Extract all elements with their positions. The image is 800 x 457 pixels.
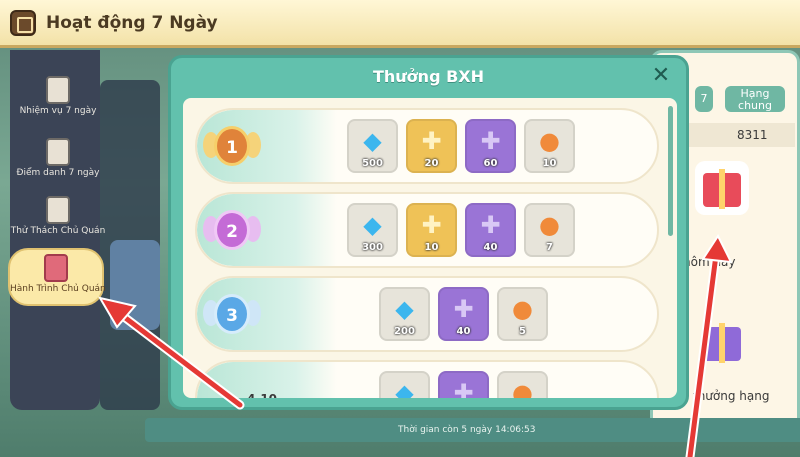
background-window <box>110 240 160 330</box>
rank-gift-label: thưởng hạng <box>693 389 770 403</box>
modal-body: 1 ◆ 500 ✚ 20 ✚ 60 ● 10 2 ◆ 300 ✚ 10 ✚ 40 ● 7 <box>183 98 677 398</box>
reward-purple-puzzle[interactable]: ✚ 60 <box>465 119 516 173</box>
daily-gift-label: hôm nay <box>683 255 736 269</box>
medal-number: 1 <box>214 126 250 166</box>
rank-row-2: 2 ◆ 300 ✚ 10 ✚ 40 ● 7 <box>195 192 659 268</box>
reward-count: 5 <box>519 326 526 337</box>
daily-gift[interactable] <box>695 161 749 215</box>
medal-number: 3 <box>214 294 250 334</box>
reward-count: 40 <box>483 242 498 253</box>
rewards-list: ◆ 200 ✚ 40 ● 5 <box>379 287 548 341</box>
rank-row-4-10: 4-10 ◆ ✚ ● <box>195 360 659 398</box>
reward-coin[interactable]: ● <box>497 371 548 398</box>
medal-icon-rank-2: 2 <box>203 200 261 262</box>
reward-purple-puzzle[interactable]: ✚ 40 <box>465 203 516 257</box>
medal-number: 2 <box>214 210 250 250</box>
reward-gold-puzzle[interactable]: ✚ 10 <box>406 203 457 257</box>
reward-diamond[interactable]: ◆ 500 <box>347 119 398 173</box>
sidebar-item-label: Hành Trình Chủ Quán <box>10 284 106 294</box>
sidebar-item-checkin[interactable]: Điểm danh 7 ngày <box>10 134 106 192</box>
reward-count: 300 <box>362 242 383 253</box>
reward-purple-puzzle[interactable]: ✚ 40 <box>438 287 489 341</box>
leaderboard-rewards-modal: Thưởng BXH ✕ 1 ◆ 500 ✚ 20 ✚ 60 ● 10 2 ◆ … <box>168 55 689 410</box>
sidebar-item-label: Điểm danh 7 ngày <box>16 168 100 178</box>
rewards-list: ◆ ✚ ● <box>379 371 548 398</box>
diamond-icon: ◆ <box>395 295 414 323</box>
scrollbar[interactable] <box>668 106 673 236</box>
modal-title: Thưởng BXH <box>372 67 485 86</box>
reward-count: 60 <box>483 158 498 169</box>
reward-diamond[interactable]: ◆ 300 <box>347 203 398 257</box>
sidebar-item-journey[interactable]: Hành Trình Chủ Quán <box>8 248 106 306</box>
reward-diamond[interactable]: ◆ <box>379 371 430 398</box>
modal-header: Thưởng BXH ✕ <box>171 58 686 96</box>
purple-puzzle-icon: ✚ <box>453 295 474 323</box>
rank-value: 8311 <box>737 128 768 142</box>
reward-count: 7 <box>546 242 553 253</box>
rank-row-1: 1 ◆ 500 ✚ 20 ✚ 60 ● 10 <box>195 108 659 184</box>
reward-coin[interactable]: ● 10 <box>524 119 575 173</box>
coin-icon: ● <box>539 127 560 155</box>
gold-puzzle-icon: ✚ <box>421 127 442 155</box>
reward-count: 10 <box>424 242 439 253</box>
sidebar-item-challenge[interactable]: Thử Thách Chủ Quán <box>10 192 106 250</box>
reward-count: 500 <box>362 158 383 169</box>
purple-puzzle-icon: ✚ <box>480 127 501 155</box>
sidebar-item-label: Thử Thách Chủ Quán <box>10 226 106 236</box>
rank-gift[interactable] <box>695 315 749 369</box>
sidebar-item-label: Nhiệm vụ 7 ngày <box>19 106 97 116</box>
reward-coin[interactable]: ● 7 <box>524 203 575 257</box>
reward-count: 10 <box>542 158 557 169</box>
tab-day[interactable]: 7 <box>695 86 713 112</box>
reward-gold-puzzle[interactable]: ✚ 20 <box>406 119 457 173</box>
purple-puzzle-icon: ✚ <box>453 379 474 398</box>
countdown-timer: Thời gian còn 5 ngày 14:06:53 <box>398 425 536 435</box>
shop-icon <box>44 254 68 282</box>
rank-row-3: 3 ◆ 200 ✚ 40 ● 5 <box>195 276 659 352</box>
reward-coin[interactable]: ● 5 <box>497 287 548 341</box>
coin-icon: ● <box>512 295 533 323</box>
diamond-icon: ◆ <box>363 127 382 155</box>
clipboard-icon <box>46 76 70 104</box>
close-icon[interactable]: ✕ <box>650 65 672 87</box>
gift-ribbon <box>719 169 725 209</box>
purple-puzzle-icon: ✚ <box>480 211 501 239</box>
top-title-bar: Hoạt động 7 Ngày <box>0 0 800 48</box>
gold-puzzle-icon: ✚ <box>421 211 442 239</box>
rewards-list: ◆ 300 ✚ 10 ✚ 40 ● 7 <box>347 203 575 257</box>
diamond-icon: ◆ <box>395 379 414 398</box>
medal-icon-rank-1: 1 <box>203 116 261 178</box>
reward-count: 20 <box>424 158 439 169</box>
sidebar-item-daily-tasks[interactable]: Nhiệm vụ 7 ngày <box>10 72 106 130</box>
sidebar: Nhiệm vụ 7 ngày Điểm danh 7 ngày Thử Thá… <box>8 50 106 410</box>
gift-ribbon <box>719 323 725 363</box>
note-icon <box>46 196 70 224</box>
coin-icon: ● <box>539 211 560 239</box>
tab-rank[interactable]: Hạng chung <box>725 86 785 112</box>
rewards-list: ◆ 500 ✚ 20 ✚ 60 ● 10 <box>347 119 575 173</box>
medal-icon-rank-3: 3 <box>203 284 261 346</box>
coin-icon: ● <box>512 379 533 398</box>
reward-purple-puzzle[interactable]: ✚ <box>438 371 489 398</box>
rank-range-label: 4-10 <box>247 392 277 398</box>
reward-diamond[interactable]: ◆ 200 <box>379 287 430 341</box>
calendar-icon[interactable] <box>10 9 36 36</box>
page-title: Hoạt động 7 Ngày <box>46 12 218 33</box>
checklist-icon <box>46 138 70 166</box>
diamond-icon: ◆ <box>363 211 382 239</box>
reward-count: 200 <box>394 326 415 337</box>
reward-count: 40 <box>456 326 471 337</box>
